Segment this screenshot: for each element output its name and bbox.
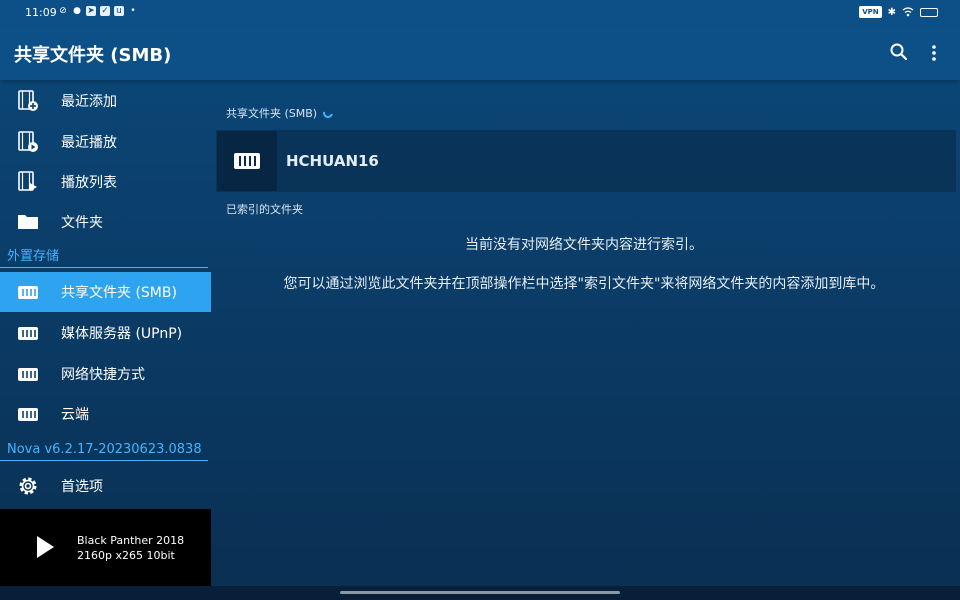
section-header-external-storage: 外置存储	[0, 248, 208, 268]
wechat-icon: ●	[73, 6, 81, 16]
gesture-handle[interactable]	[340, 591, 620, 594]
breadcrumb: 共享文件夹 (SMB)	[226, 105, 335, 121]
nas-icon	[18, 327, 38, 340]
battery-icon	[920, 7, 938, 17]
search-icon[interactable]	[888, 41, 910, 63]
app-icon: u	[114, 6, 124, 16]
status-left-icons: ⊘ ● ➤ ✓ u •	[58, 6, 138, 16]
nas-icon	[18, 368, 38, 381]
sidebar-item-cloud[interactable]: 云端	[0, 394, 211, 434]
dot-icon: •	[130, 6, 136, 16]
sidebar-item-playlists[interactable]: 播放列表	[0, 162, 211, 202]
empty-message-hint: 您可以通过浏览此文件夹并在顶部操作栏中选择"索引文件夹"来将网络文件夹的内容添加…	[283, 276, 885, 292]
breadcrumb-label: 共享文件夹 (SMB)	[226, 107, 318, 120]
loading-spinner-icon	[321, 106, 335, 120]
film-list-icon	[18, 171, 37, 191]
sidebar-item-label: 共享文件夹 (SMB)	[61, 285, 177, 301]
empty-message-title: 当前没有对网络文件夹内容进行索引。	[465, 237, 703, 253]
mini-player[interactable]: Black Panther 2018 2160p x265 10bit	[0, 509, 211, 586]
sidebar-item-smb[interactable]: 共享文件夹 (SMB)	[0, 272, 211, 312]
play-icon[interactable]	[34, 534, 56, 560]
telegram-icon: ➤	[86, 6, 96, 16]
more-vert-icon[interactable]	[926, 42, 942, 64]
sidebar-item-label: 文件夹	[61, 215, 103, 231]
app-toolbar: 共享文件夹 (SMB)	[0, 25, 960, 80]
app-icon: ✓	[100, 6, 110, 16]
player-title: Black Panther 2018	[77, 534, 185, 547]
indexed-folders-header: 已索引的文件夹	[226, 203, 303, 216]
sidebar-item-recently-played[interactable]: 最近播放	[0, 122, 211, 162]
status-time: 11:09	[25, 6, 57, 19]
server-name: HCHUAN16	[286, 152, 379, 170]
nas-icon	[18, 286, 38, 299]
system-nav-bar	[0, 586, 960, 600]
sidebar-item-folders[interactable]: 文件夹	[0, 202, 211, 242]
status-right-icons: VPN ✱	[859, 6, 938, 18]
vpn-icon: VPN	[859, 6, 882, 18]
sidebar-item-label: 媒体服务器 (UPnP)	[61, 326, 183, 342]
sidebar-item-upnp[interactable]: 媒体服务器 (UPnP)	[0, 313, 211, 353]
sidebar-item-label: 最近添加	[61, 94, 117, 110]
app-version: Nova v6.2.17-20230623.0838	[0, 441, 208, 461]
signal-off-icon: ⊘	[59, 6, 67, 16]
nas-icon	[18, 408, 38, 421]
nas-icon	[234, 153, 260, 169]
sidebar-item-label: 播放列表	[61, 175, 117, 191]
navigation-drawer: 最近添加 最近播放 播放列表 文件夹 外置存储 共享文件夹 (SMB) 媒体服务…	[0, 80, 211, 600]
film-add-icon	[18, 90, 38, 111]
wifi-icon	[902, 7, 914, 17]
folder-icon	[18, 215, 38, 229]
sidebar-item-recently-added[interactable]: 最近添加	[0, 81, 211, 121]
sidebar-item-label: 最近播放	[61, 135, 117, 151]
bluetooth-icon: ✱	[887, 6, 896, 18]
sidebar-item-label: 首选项	[61, 479, 103, 495]
server-icon-box	[217, 131, 277, 191]
player-subtitle: 2160p x265 10bit	[77, 549, 175, 562]
sidebar-item-network-shortcuts[interactable]: 网络快捷方式	[0, 354, 211, 394]
server-item[interactable]: HCHUAN16	[216, 130, 956, 192]
gear-icon	[19, 477, 37, 495]
main-content: 共享文件夹 (SMB) HCHUAN16 已索引的文件夹 当前没有对网络文件夹内…	[216, 80, 960, 586]
status-bar: 11:09 ⊘ ● ➤ ✓ u • VPN ✱	[0, 0, 960, 25]
page-title: 共享文件夹 (SMB)	[14, 45, 172, 66]
sidebar-item-label: 云端	[61, 407, 89, 423]
sidebar-item-label: 网络快捷方式	[61, 367, 145, 383]
film-play-icon	[18, 131, 38, 152]
sidebar-item-preferences[interactable]: 首选项	[0, 466, 211, 506]
